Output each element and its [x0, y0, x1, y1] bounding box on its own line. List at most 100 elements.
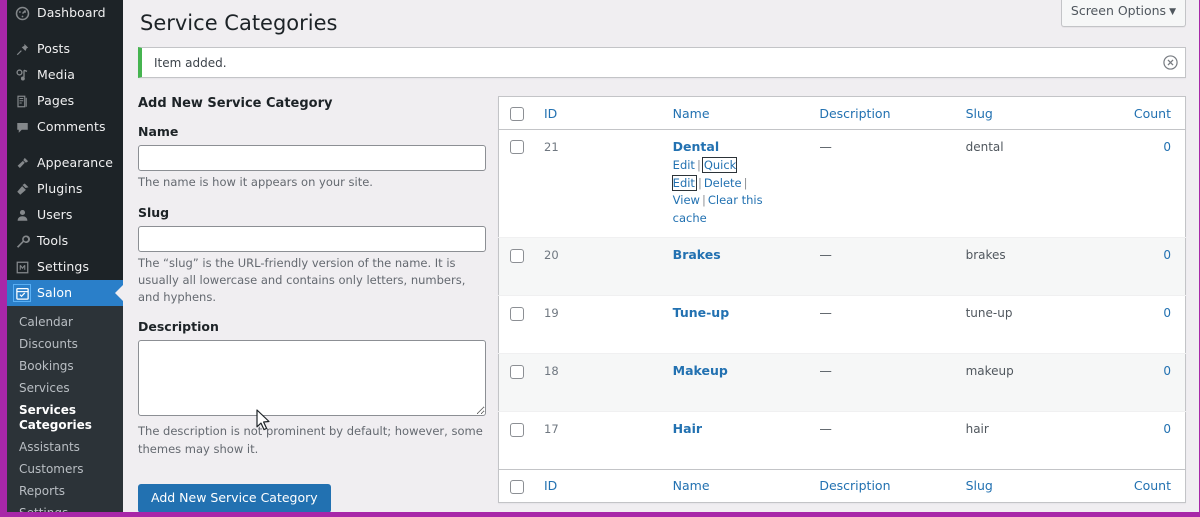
- calendar-icon: [13, 284, 31, 302]
- name-input[interactable]: [138, 145, 486, 172]
- slug-input[interactable]: [138, 225, 486, 252]
- sidebar-item-label: Media: [37, 67, 76, 82]
- name-label: Name: [138, 124, 179, 140]
- submenu-item-assistants[interactable]: Assistants: [7, 436, 123, 458]
- table-foot: ID Name Description Slug Count: [498, 469, 1186, 503]
- sidebar-item-label: Tools: [37, 233, 69, 248]
- brush-icon: [14, 155, 30, 171]
- select-all-checkbox-footer[interactable]: [510, 479, 524, 494]
- submenu-item-reports[interactable]: Reports: [7, 480, 123, 502]
- cell-description: —: [809, 295, 956, 354]
- sidebar-item-settings[interactable]: Settings: [7, 254, 123, 280]
- sidebar-item-label: Salon: [37, 285, 73, 300]
- sidebar-item-appearance[interactable]: Appearance: [7, 150, 123, 176]
- row-action-edit[interactable]: Edit: [673, 158, 695, 172]
- sidebar-item-users[interactable]: Users: [7, 202, 123, 228]
- column-header-name[interactable]: Name: [662, 96, 810, 130]
- wrench-icon: [14, 233, 30, 249]
- row-description-value: —: [819, 247, 832, 263]
- column-footer-count[interactable]: Count: [1123, 469, 1186, 503]
- row-action-delete[interactable]: Delete: [704, 176, 742, 190]
- row-select-cell: [498, 237, 534, 296]
- cell-name: Dental Edit | Quick Edit | Delete | View | Clear …: [662, 128, 810, 238]
- row-count-link[interactable]: 0: [1163, 140, 1171, 154]
- sidebar-item-label: Users: [37, 207, 73, 222]
- row-count-link[interactable]: 0: [1163, 306, 1171, 320]
- sidebar-item-salon[interactable]: Salon: [7, 280, 124, 306]
- column-header-description[interactable]: Description: [809, 96, 956, 130]
- page-title: Service Categories: [140, 11, 338, 35]
- row-action-view[interactable]: View: [673, 193, 700, 207]
- name-description: The name is how it appears on your site.: [138, 175, 373, 190]
- cell-description: —: [809, 237, 956, 296]
- table-head: ID Name Description Slug Count: [498, 96, 1186, 130]
- submenu-item-calendar[interactable]: Calendar: [7, 311, 123, 333]
- submenu-item-customers[interactable]: Customers: [7, 458, 123, 480]
- category-name-link[interactable]: Hair: [673, 421, 702, 436]
- sidebar-item-posts[interactable]: Posts: [7, 36, 123, 62]
- screen-options-button[interactable]: Screen Options ▼: [1060, 0, 1186, 27]
- submenu-item-discounts[interactable]: Discounts: [7, 333, 123, 355]
- row-checkbox[interactable]: [510, 306, 524, 321]
- category-name-link[interactable]: Brakes: [673, 247, 721, 262]
- sidebar-item-plugins[interactable]: Plugins: [7, 176, 123, 202]
- column-header-count[interactable]: Count: [1123, 96, 1186, 130]
- row-actions: Edit | Quick Edit | Delete | View | Clear this c…: [671, 156, 800, 228]
- row-slug-value: hair: [965, 422, 989, 437]
- screen-meta-links: Screen Options ▼: [1060, 0, 1186, 27]
- description-textarea[interactable]: [138, 340, 486, 417]
- table-row: 19 Tune-up — tune-up 0: [498, 295, 1186, 354]
- category-name-link[interactable]: Makeup: [673, 363, 728, 378]
- cell-id: 19: [534, 295, 663, 354]
- row-count-link[interactable]: 0: [1163, 248, 1171, 262]
- dashboard-icon: [14, 5, 30, 21]
- sidebar-item-pages[interactable]: Pages: [7, 88, 123, 114]
- submenu-item-services-categories[interactable]: Services Categories: [7, 399, 123, 436]
- pages-icon: [14, 93, 30, 109]
- select-all-checkbox[interactable]: [510, 106, 524, 121]
- row-description-value: —: [819, 305, 832, 321]
- dismiss-circle-icon[interactable]: [1161, 54, 1179, 72]
- row-checkbox[interactable]: [510, 248, 524, 263]
- row-checkbox[interactable]: [510, 422, 524, 437]
- notice-text: Item added.: [154, 55, 227, 70]
- cell-slug: tune-up: [955, 295, 1124, 354]
- column-footer-slug[interactable]: Slug: [955, 469, 1124, 503]
- table-row: 20 Brakes — brakes 0: [498, 237, 1186, 296]
- row-id-value: 17: [544, 422, 559, 437]
- add-new-service-category-button[interactable]: Add New Service Category: [138, 483, 331, 513]
- submenu-item-bookings[interactable]: Bookings: [7, 355, 123, 377]
- sidebar-item-media[interactable]: Media: [7, 62, 123, 88]
- table-body: 21 Dental Edit | Quick Edit | Delete | View | Clea…: [498, 128, 1186, 470]
- row-slug-value: brakes: [965, 248, 1006, 263]
- column-header-id[interactable]: ID: [534, 96, 663, 130]
- sidebar-item-dashboard[interactable]: Dashboard: [7, 0, 123, 26]
- frame-border-bottom: [3, 512, 1200, 517]
- row-checkbox[interactable]: [510, 140, 524, 155]
- description-help-text: The description is not prominent by defa…: [138, 424, 483, 456]
- row-slug-value: tune-up: [965, 306, 1013, 321]
- row-count-link[interactable]: 0: [1163, 364, 1171, 378]
- row-count-link[interactable]: 0: [1163, 422, 1171, 436]
- table-header-row: ID Name Description Slug Count: [498, 96, 1186, 130]
- row-id-value: 20: [544, 248, 559, 263]
- cell-name: Brakes: [662, 237, 810, 296]
- category-name-link[interactable]: Tune-up: [673, 305, 729, 320]
- column-header-slug[interactable]: Slug: [955, 96, 1124, 130]
- sidebar-item-tools[interactable]: Tools: [7, 228, 123, 254]
- name-field-group: Name The name is how it appears on your …: [138, 124, 486, 191]
- chevron-down-icon: ▼: [1169, 7, 1176, 17]
- submenu-item-services[interactable]: Services: [7, 377, 123, 399]
- column-footer-id[interactable]: ID: [534, 469, 663, 503]
- admin-notice: Item added.: [138, 47, 1186, 79]
- sidebar-item-comments[interactable]: Comments: [7, 114, 123, 140]
- row-id-value: 21: [544, 139, 559, 154]
- column-footer-description[interactable]: Description: [809, 469, 956, 503]
- row-checkbox[interactable]: [510, 364, 524, 379]
- comment-icon: [14, 119, 30, 135]
- row-description-value: —: [819, 138, 832, 154]
- column-footer-name[interactable]: Name: [662, 469, 810, 503]
- row-action-separator: |: [697, 175, 702, 190]
- table-row: 21 Dental Edit | Quick Edit | Delete | View | Clea…: [498, 128, 1186, 238]
- category-name-link[interactable]: Dental: [673, 139, 719, 154]
